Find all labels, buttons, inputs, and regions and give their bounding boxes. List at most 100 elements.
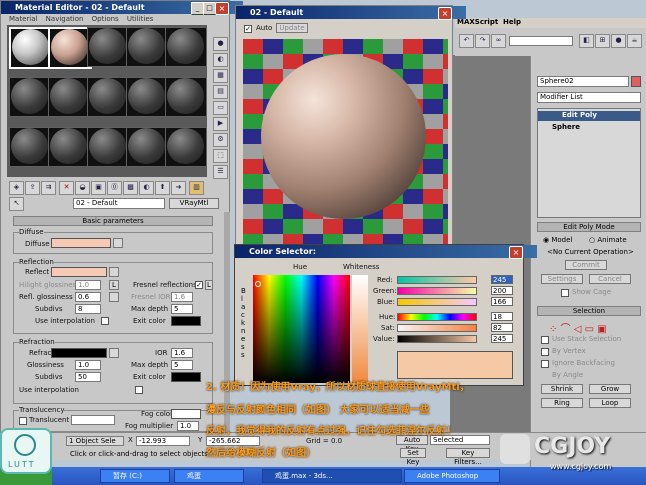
menu-options[interactable]: Options [92, 15, 119, 23]
menu-material[interactable]: Material [9, 15, 37, 23]
fresnel-reflections-checkbox[interactable]: ✓ [195, 281, 203, 289]
refl-exit-color-swatch[interactable] [171, 316, 201, 326]
fresnel-lock-button[interactable]: L [205, 280, 213, 290]
refl-max-depth-field[interactable]: 5 [171, 304, 193, 314]
by-vertex-checkbox[interactable] [541, 348, 549, 356]
fog-multiplier-field[interactable]: 1.0 [177, 421, 199, 431]
value-slider[interactable] [397, 335, 477, 343]
sample-slot-11[interactable] [9, 127, 51, 167]
basic-parameters-rollout[interactable]: Basic parameters [13, 216, 213, 226]
task-folder[interactable]: 鸡蛋 [174, 469, 244, 483]
refr-max-depth-field[interactable]: 5 [171, 360, 193, 370]
assign-material-icon[interactable]: ⇉ [41, 181, 56, 195]
sample-slot-8[interactable] [87, 77, 129, 117]
options-icon[interactable]: ⚙ [213, 133, 228, 147]
task-drive-c[interactable]: 暂存 (C:) [100, 469, 170, 483]
color-selector-titlebar[interactable]: Color Selector: [235, 245, 537, 258]
refl-use-interpolation-checkbox[interactable] [101, 317, 109, 325]
commit-button[interactable]: Commit [565, 260, 607, 270]
menu-utilities[interactable]: Utilities [127, 15, 153, 23]
sample-slot-6[interactable] [9, 77, 51, 117]
sat-slider[interactable] [397, 324, 477, 332]
red-field[interactable]: 245 [491, 275, 513, 284]
material-type-button[interactable]: VRayMtl [169, 198, 219, 209]
refr-exit-color-swatch[interactable] [171, 372, 201, 382]
refl-glossiness-map-button[interactable] [109, 292, 119, 302]
task-3dsmax[interactable]: 鸡蛋.max - 3ds... [262, 469, 402, 483]
diffuse-map-button[interactable] [113, 238, 123, 248]
ior-field[interactable]: 1.6 [171, 348, 193, 358]
material-editor-icon[interactable]: ● [611, 34, 626, 48]
parameters-scrollbar[interactable] [224, 212, 230, 432]
red-slider[interactable] [397, 276, 477, 284]
show-end-result-icon[interactable]: ◐ [139, 181, 154, 195]
refr-subdivs-field[interactable]: 50 [75, 372, 101, 382]
menu-maxscript[interactable]: MAXScript [457, 18, 498, 26]
fresnel-ior-field[interactable]: 1.6 [171, 292, 193, 302]
use-stack-checkbox[interactable] [541, 336, 549, 344]
subobject-icons[interactable]: ⁘ ⌒ ◁ ▭ ▣ [549, 320, 607, 335]
ring-button[interactable]: Ring [541, 398, 583, 408]
pick-material-icon[interactable]: ↖ [9, 197, 24, 211]
backlight-icon[interactable]: ◐ [213, 53, 228, 67]
loop-button[interactable]: Loop [589, 398, 631, 408]
sample-slot-3[interactable] [87, 27, 129, 67]
show-map-icon[interactable]: ▩ [123, 181, 138, 195]
object-name-field[interactable]: Sphere02 [537, 76, 629, 87]
auto-checkbox[interactable]: ✓ [244, 25, 252, 33]
sat-field[interactable]: 82 [491, 323, 513, 332]
refract-map-button[interactable] [109, 348, 119, 358]
show-cage-checkbox[interactable] [561, 289, 569, 297]
put-to-scene-icon[interactable]: ⇪ [25, 181, 40, 195]
color-selector-close-button[interactable]: × [509, 246, 523, 259]
named-selection-field[interactable] [509, 36, 573, 46]
stack-item-sphere[interactable]: Sphere [552, 123, 580, 131]
stack-item-edit-poly[interactable]: Edit Poly [538, 111, 640, 121]
refl-subdivs-field[interactable]: 8 [75, 304, 101, 314]
sample-slot-4[interactable] [126, 27, 168, 67]
x-coordinate-field[interactable]: -12.993 [136, 436, 190, 446]
preview-close-button[interactable]: × [438, 7, 452, 20]
reflect-map-button[interactable] [109, 267, 119, 277]
put-to-library-icon[interactable]: ▣ [91, 181, 106, 195]
blue-field[interactable]: 166 [491, 297, 513, 306]
sample-slot-1[interactable] [9, 27, 53, 69]
task-photoshop[interactable]: Adobe Photoshop [404, 469, 500, 483]
sample-slot-2[interactable] [48, 27, 92, 69]
menu-help[interactable]: Help [503, 18, 521, 26]
video-check-icon[interactable]: ▭ [213, 101, 228, 115]
go-forward-sibling-icon[interactable]: ➜ [171, 181, 186, 195]
link-icon[interactable]: ∞ [491, 34, 506, 48]
grow-button[interactable]: Grow [589, 384, 631, 394]
reset-map-icon[interactable]: ✕ [59, 181, 74, 195]
object-color-swatch[interactable] [631, 76, 641, 87]
menu-navigation[interactable]: Navigation [46, 15, 84, 23]
make-unique-icon[interactable]: ◒ [75, 181, 90, 195]
material-id-icon[interactable]: ⓪ [107, 181, 122, 195]
hue-blackness-picker[interactable] [253, 275, 350, 383]
whiteness-slider[interactable] [352, 275, 368, 383]
fog-color-swatch[interactable] [171, 409, 201, 419]
hilight-lock-button[interactable]: L [109, 280, 119, 290]
translucent-type-dropdown[interactable] [71, 415, 115, 425]
hilight-glossiness-field[interactable]: 1.0 [75, 280, 101, 290]
sample-slot-5[interactable] [165, 27, 207, 67]
sample-slot-15[interactable] [165, 127, 207, 167]
radio-animate[interactable]: ○ Animate [589, 236, 627, 244]
value-field[interactable]: 245 [491, 334, 513, 343]
sample-type-icon[interactable]: ● [213, 37, 228, 51]
select-by-material-icon[interactable]: ⬚ [213, 149, 228, 163]
sample-slot-7[interactable] [48, 77, 90, 117]
picker-cursor[interactable] [255, 281, 261, 287]
sample-slot-14[interactable] [126, 127, 168, 167]
refr-use-interpolation-checkbox[interactable] [135, 386, 143, 394]
align-icon[interactable]: ⊞ [595, 34, 610, 48]
close-button[interactable]: × [215, 2, 229, 15]
update-button[interactable]: Update [276, 23, 308, 33]
diffuse-color-swatch[interactable] [51, 238, 111, 248]
render-icon[interactable]: ☕ [627, 34, 642, 48]
key-filters-button[interactable]: Key Filters... [446, 448, 490, 466]
material-name-field[interactable]: 02 - Default [73, 198, 165, 209]
mirror-icon[interactable]: ◧ [579, 34, 594, 48]
get-material-icon[interactable]: ◈ [9, 181, 24, 195]
